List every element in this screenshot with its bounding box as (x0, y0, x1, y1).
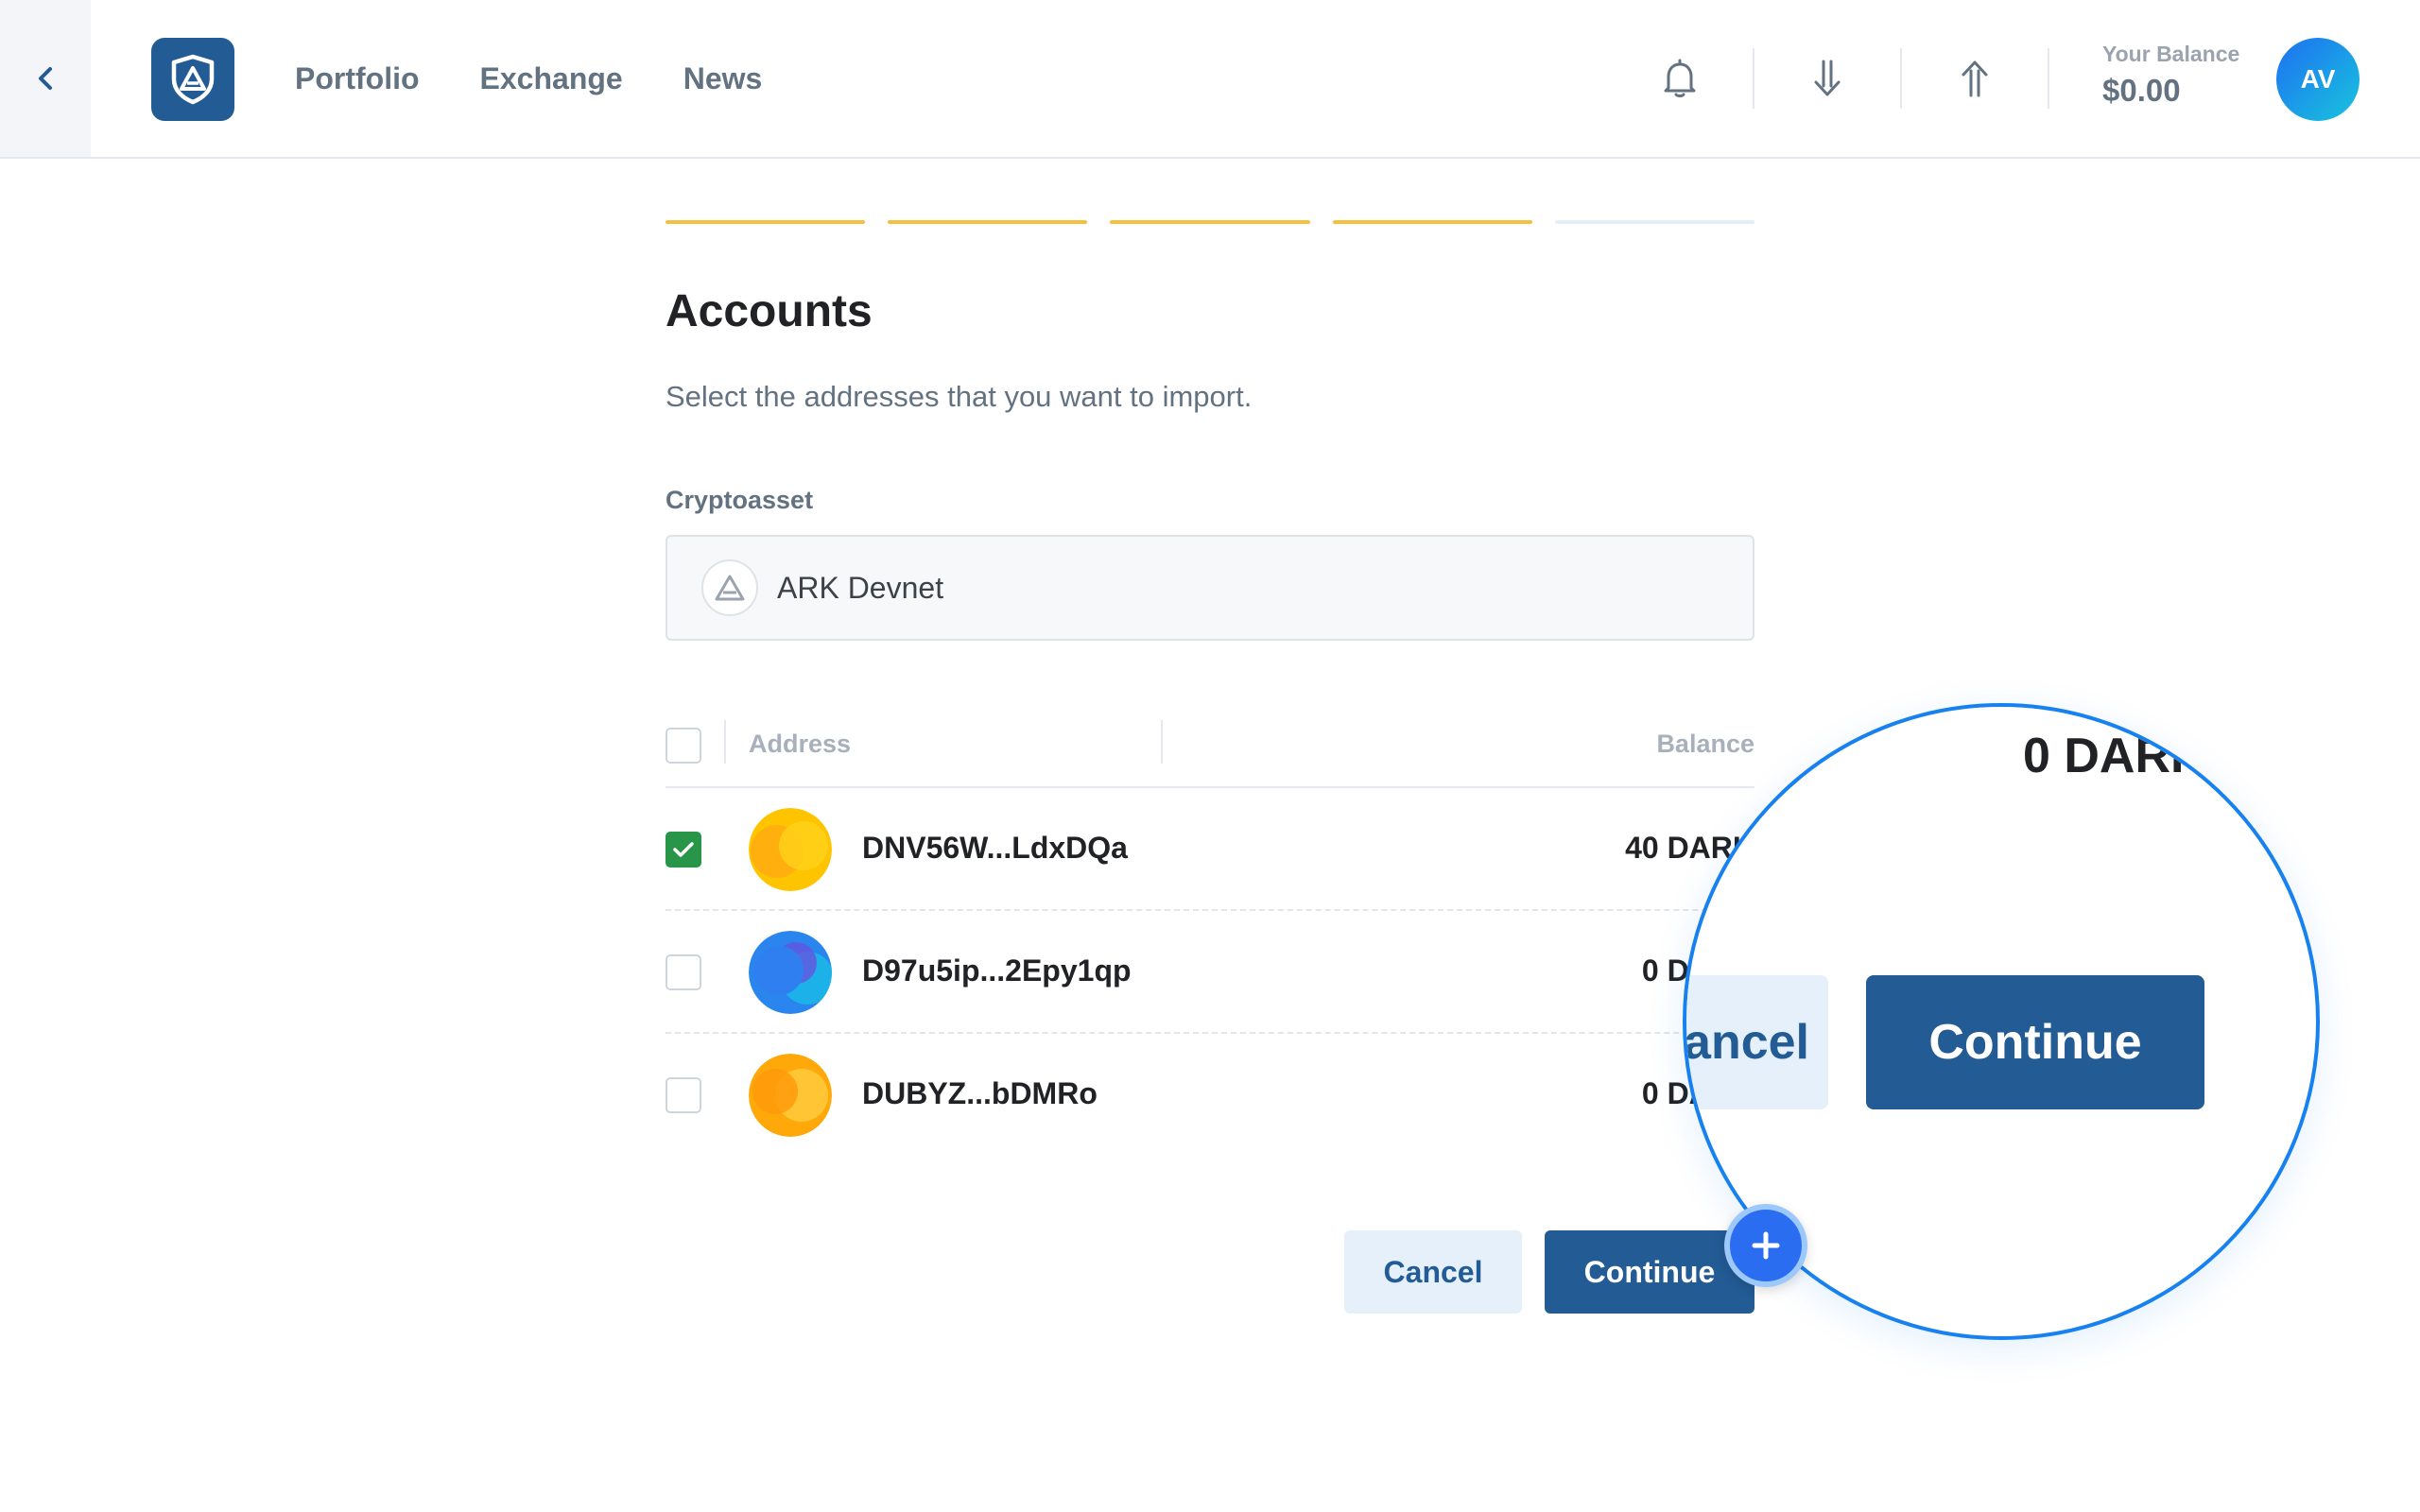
receive-arrow-down-icon (1814, 60, 1841, 96)
main-nav: Portfolio Exchange News (295, 0, 762, 157)
row-address: D97u5ip...2Epy1qp (862, 954, 1132, 988)
ark-logo[interactable] (151, 38, 234, 121)
cryptoasset-select[interactable]: ARK Devnet (666, 535, 1754, 641)
step-indicator-3 (1110, 220, 1310, 224)
bell-icon (1664, 59, 1696, 97)
column-divider (724, 720, 726, 764)
table-row[interactable]: DUBYZ...bDMRo 0 DARK (666, 1034, 1754, 1157)
table-row[interactable]: D97u5ip...2Epy1qp 0 DARK (666, 911, 1754, 1034)
zoom-toggle-button[interactable] (1724, 1204, 1807, 1287)
top-navbar: Portfolio Exchange News Your Balance $0.… (0, 0, 2420, 159)
ark-shield-logo (171, 54, 215, 105)
balance-display: Your Balance $0.00 (2102, 42, 2239, 109)
column-divider (1161, 720, 1163, 764)
address-avatar (749, 1054, 832, 1137)
balance-label: Your Balance (2102, 42, 2240, 66)
row-checkbox[interactable] (666, 954, 701, 990)
page-title: Accounts (666, 286, 873, 336)
avatar[interactable]: AV (2276, 38, 2360, 121)
step-indicator-2 (888, 220, 1088, 224)
row-address: DUBYZ...bDMRo (862, 1076, 1098, 1110)
step-indicator-1 (666, 220, 866, 224)
nav-exchange[interactable]: Exchange (480, 61, 623, 96)
row-checkbox[interactable] (666, 1077, 701, 1113)
continue-button[interactable]: Continue (1545, 1230, 1754, 1314)
send-arrow-up-icon (1962, 60, 1988, 97)
table-row[interactable]: DNV56W...LdxDQa 40 DARK (666, 788, 1754, 911)
nav-news[interactable]: News (683, 61, 763, 96)
select-all-checkbox[interactable] (666, 728, 701, 764)
header-divider (2048, 48, 2049, 109)
step-progress (666, 220, 1755, 224)
address-avatar (749, 808, 832, 891)
table-header: Address Balance (666, 714, 1754, 788)
cryptoasset-label: Cryptoasset (666, 486, 814, 514)
row-balance: 40 DARK (1625, 831, 1754, 865)
header-actions (1607, 0, 2049, 157)
plus-icon (1752, 1231, 1780, 1260)
checkmark-icon (673, 842, 694, 857)
column-header-address: Address (749, 730, 852, 758)
column-header-balance: Balance (1656, 730, 1754, 758)
ark-coin-icon (701, 559, 758, 616)
balance-value: $0.00 (2102, 73, 2181, 108)
send-button[interactable] (1902, 48, 2048, 109)
chevron-left-icon (39, 67, 52, 90)
cancel-button[interactable]: Cancel (1344, 1230, 1522, 1314)
back-button[interactable] (0, 0, 91, 157)
notifications-button[interactable] (1607, 48, 1753, 109)
step-indicator-5 (1554, 220, 1755, 224)
receive-button[interactable] (1754, 48, 1900, 109)
magnified-cancel-button[interactable]: Cancel (1686, 975, 1828, 1109)
nav-portfolio[interactable]: Portfolio (295, 61, 420, 96)
row-address: DNV56W...LdxDQa (862, 831, 1128, 865)
magnified-balance: 0 DARK (2023, 729, 2206, 783)
step-indicator-4 (1332, 220, 1532, 224)
page-subtitle: Select the addresses that you want to im… (666, 380, 1253, 413)
cryptoasset-value: ARK Devnet (777, 570, 944, 605)
magnified-continue-button[interactable]: Continue (1866, 975, 2204, 1109)
row-checkbox[interactable] (666, 832, 701, 868)
address-avatar (749, 931, 832, 1014)
